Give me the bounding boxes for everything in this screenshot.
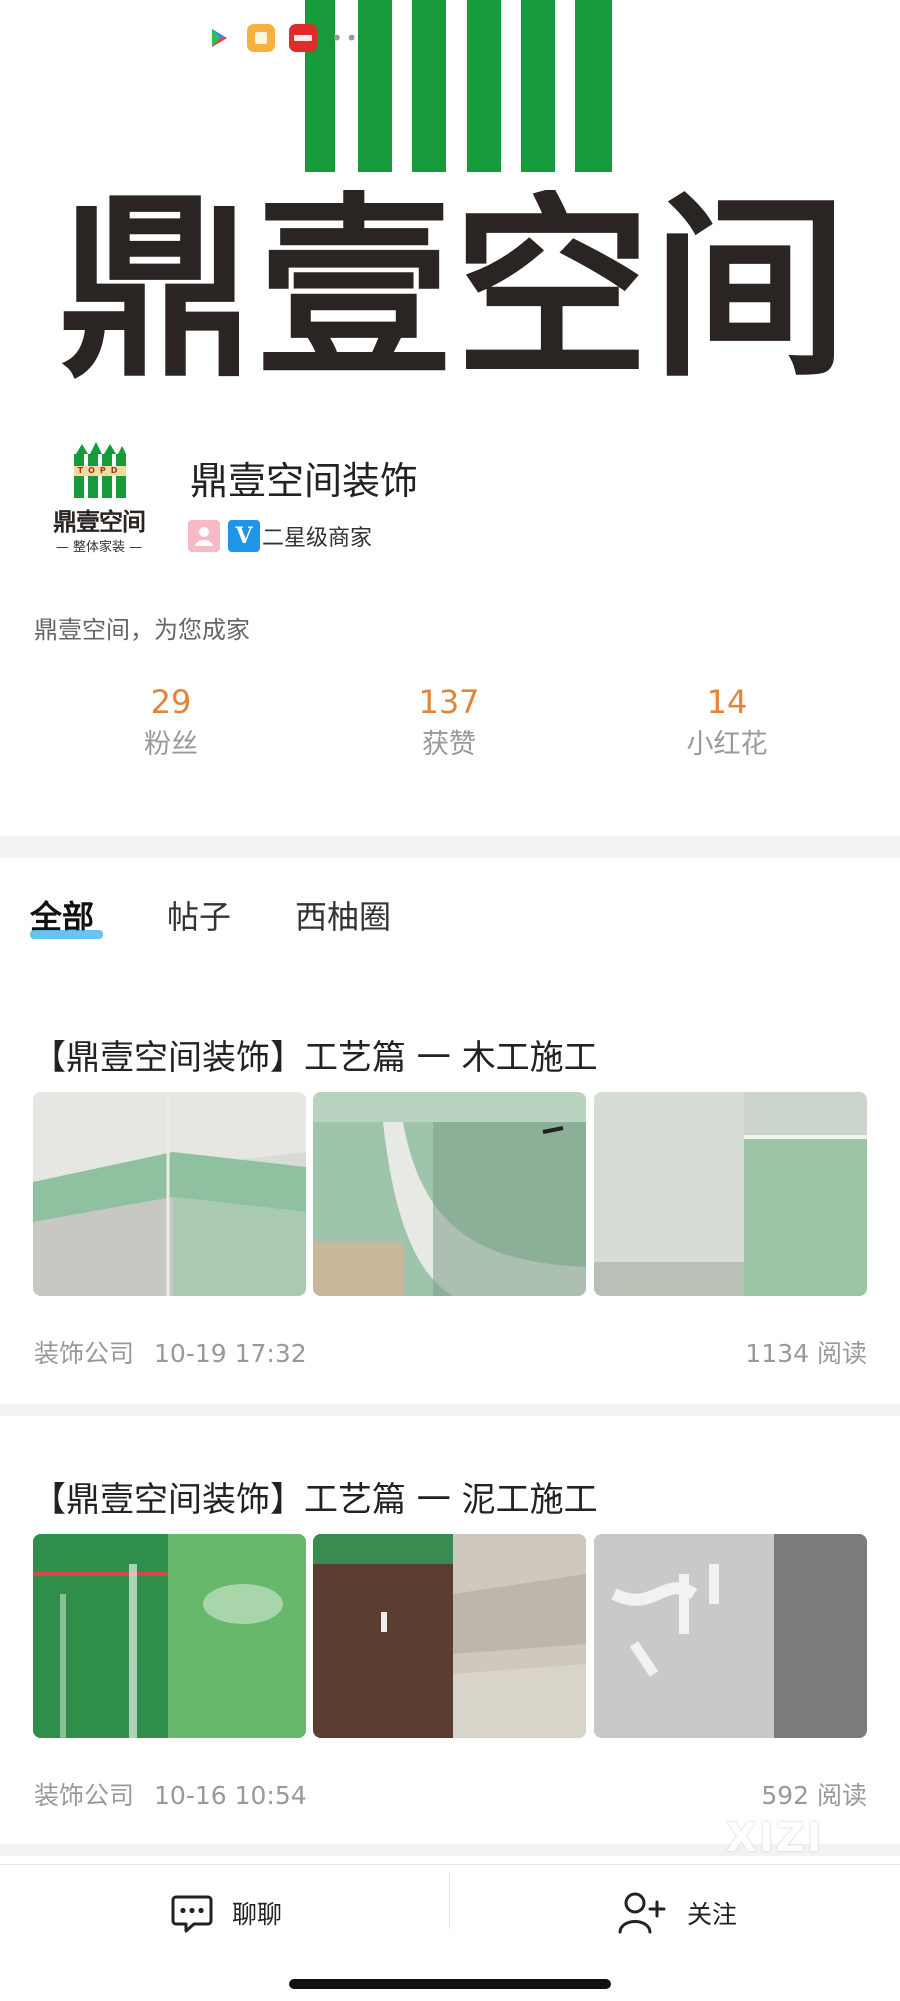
banner-brand-text: 鼎壹空间 xyxy=(58,190,851,390)
tab-posts[interactable]: 帖子 xyxy=(167,892,231,938)
post-time: 10-19 17:32 xyxy=(154,1339,307,1368)
stat-value: 137 xyxy=(418,683,480,721)
chat-bubble-icon xyxy=(171,1895,213,1933)
status-bar: •• xyxy=(205,24,361,52)
post-card[interactable]: 【鼎壹空间装饰】工艺篇 一 泥工施工 装饰公司 10-16 10:54 592 … xyxy=(0,1428,900,1846)
post-thumbnail[interactable] xyxy=(33,1092,306,1296)
stat-likes[interactable]: 137 获赞 xyxy=(349,682,549,768)
banner-green-bar xyxy=(575,0,612,172)
banner-green-bar xyxy=(412,0,446,172)
banner-green-bar xyxy=(521,0,555,172)
section-divider xyxy=(0,836,900,858)
post-image-grid xyxy=(33,1092,867,1296)
stat-value: 29 xyxy=(150,683,192,721)
profile-slogan: 鼎壹空间，为您成家 xyxy=(34,616,250,644)
banner-green-bar xyxy=(467,0,501,172)
user-badge-icon xyxy=(188,520,220,552)
avatar-subtitle: — 整体家装 — xyxy=(55,540,143,555)
post-thumbnail[interactable] xyxy=(313,1092,586,1296)
post-thumbnail[interactable] xyxy=(594,1534,867,1738)
banner-green-bar xyxy=(358,0,392,172)
section-divider xyxy=(0,1404,900,1416)
home-indicator[interactable] xyxy=(289,1979,611,1989)
chat-button[interactable]: 聊聊 xyxy=(170,1887,282,1939)
content-tabs: 全部 帖子 西柚圈 xyxy=(0,858,900,958)
post-category: 装饰公司 xyxy=(34,1781,135,1810)
stat-value: 14 xyxy=(706,683,748,721)
stat-label: 获赞 xyxy=(422,729,476,760)
post-read-count: 1134 阅读 xyxy=(745,1339,867,1368)
post-thumbnail[interactable] xyxy=(594,1092,867,1296)
follow-label: 关注 xyxy=(687,1900,738,1929)
post-meta: 装饰公司 10-16 10:54 xyxy=(34,1776,307,1812)
news-app-icon xyxy=(289,24,317,52)
merchant-level: 二星级商家 xyxy=(262,526,373,551)
post-title[interactable]: 【鼎壹空间装饰】工艺篇 一 木工施工 xyxy=(32,1030,598,1079)
profile-section: TOPD 鼎壹空间 — 整体家装 — 鼎壹空间装饰 V 二星级商家 鼎壹空间，为… xyxy=(0,392,900,836)
avatar[interactable]: TOPD 鼎壹空间 — 整体家装 — xyxy=(34,440,164,558)
xizi-watermark: XIZI xyxy=(726,1815,824,1861)
post-image-grid xyxy=(33,1534,867,1738)
stat-label: 粉丝 xyxy=(144,729,198,760)
post-title[interactable]: 【鼎壹空间装饰】工艺篇 一 泥工施工 xyxy=(32,1472,598,1521)
post-read-count: 592 阅读 xyxy=(761,1781,867,1810)
stat-label: 小红花 xyxy=(686,729,768,760)
merchant-badges: V 二星级商家 xyxy=(188,520,372,552)
more-notifications-icon: •• xyxy=(331,26,361,50)
notes-app-icon xyxy=(247,24,275,52)
post-thumbnail[interactable] xyxy=(33,1534,306,1738)
avatar-letters: TOPD xyxy=(77,466,123,475)
stat-fans[interactable]: 29 粉丝 xyxy=(71,682,271,768)
post-time: 10-16 10:54 xyxy=(154,1781,307,1810)
bottom-divider xyxy=(449,1873,450,1929)
post-thumbnail[interactable] xyxy=(313,1534,586,1738)
follow-button[interactable]: 关注 xyxy=(617,1887,737,1939)
tab-xiyou-circle[interactable]: 西柚圈 xyxy=(295,892,391,938)
active-tab-indicator xyxy=(30,930,103,939)
post-card[interactable]: 【鼎壹空间装饰】工艺篇 一 木工施工 装饰公司 10-19 17:32 1134… xyxy=(0,986,900,1404)
post-meta: 装饰公司 10-19 17:32 xyxy=(34,1334,307,1370)
profile-banner: 鼎壹空间 •• xyxy=(0,0,900,392)
add-user-icon xyxy=(618,1892,666,1934)
play-store-icon xyxy=(205,24,233,52)
verified-v-icon: V xyxy=(228,520,260,552)
chat-label: 聊聊 xyxy=(232,1900,283,1929)
post-category: 装饰公司 xyxy=(34,1339,135,1368)
shop-name: 鼎壹空间装饰 xyxy=(190,459,419,503)
stat-flowers[interactable]: 14 小红花 xyxy=(627,682,827,768)
avatar-brand-text: 鼎壹空间 xyxy=(53,508,146,536)
